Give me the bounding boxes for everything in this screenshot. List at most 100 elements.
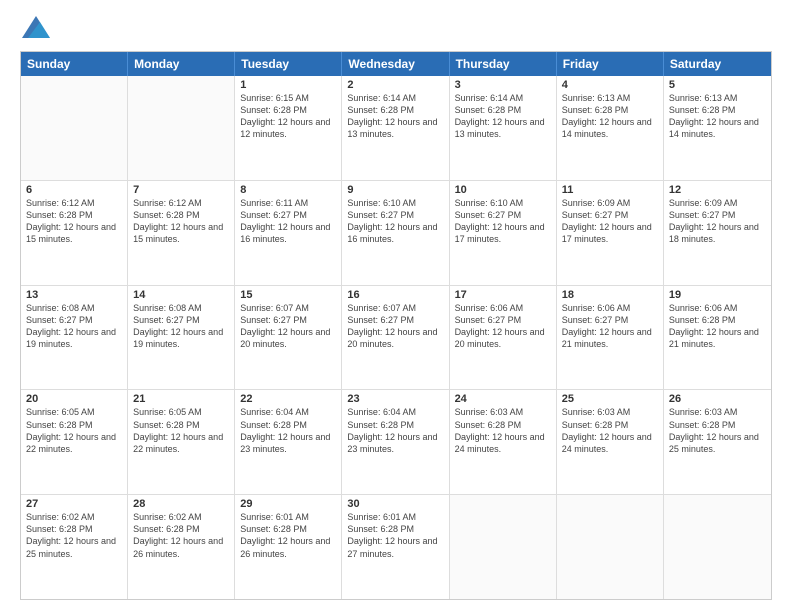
cal-cell: 2Sunrise: 6:14 AMSunset: 6:28 PMDaylight… — [342, 76, 449, 180]
day-number: 11 — [562, 184, 658, 196]
cal-cell: 24Sunrise: 6:03 AMSunset: 6:28 PMDayligh… — [450, 390, 557, 494]
cell-info: Sunrise: 6:01 AMSunset: 6:28 PMDaylight:… — [347, 511, 443, 560]
day-number: 10 — [455, 184, 551, 196]
calendar-header-row: SundayMondayTuesdayWednesdayThursdayFrid… — [21, 52, 771, 76]
cal-cell: 5Sunrise: 6:13 AMSunset: 6:28 PMDaylight… — [664, 76, 771, 180]
day-number: 3 — [455, 79, 551, 91]
day-number: 1 — [240, 79, 336, 91]
cell-info: Sunrise: 6:01 AMSunset: 6:28 PMDaylight:… — [240, 511, 336, 560]
cal-cell: 23Sunrise: 6:04 AMSunset: 6:28 PMDayligh… — [342, 390, 449, 494]
cell-info: Sunrise: 6:02 AMSunset: 6:28 PMDaylight:… — [133, 511, 229, 560]
cal-cell: 17Sunrise: 6:06 AMSunset: 6:27 PMDayligh… — [450, 286, 557, 390]
cell-info: Sunrise: 6:06 AMSunset: 6:27 PMDaylight:… — [562, 302, 658, 351]
day-number: 30 — [347, 498, 443, 510]
cell-info: Sunrise: 6:03 AMSunset: 6:28 PMDaylight:… — [669, 406, 766, 455]
cal-cell: 9Sunrise: 6:10 AMSunset: 6:27 PMDaylight… — [342, 181, 449, 285]
day-number: 12 — [669, 184, 766, 196]
day-number: 15 — [240, 289, 336, 301]
cal-cell: 16Sunrise: 6:07 AMSunset: 6:27 PMDayligh… — [342, 286, 449, 390]
cell-info: Sunrise: 6:09 AMSunset: 6:27 PMDaylight:… — [562, 197, 658, 246]
cell-info: Sunrise: 6:03 AMSunset: 6:28 PMDaylight:… — [455, 406, 551, 455]
cal-week-2: 6Sunrise: 6:12 AMSunset: 6:28 PMDaylight… — [21, 181, 771, 286]
header — [20, 16, 772, 43]
cal-header-thursday: Thursday — [450, 52, 557, 76]
cell-info: Sunrise: 6:07 AMSunset: 6:27 PMDaylight:… — [240, 302, 336, 351]
cal-header-tuesday: Tuesday — [235, 52, 342, 76]
cell-info: Sunrise: 6:02 AMSunset: 6:28 PMDaylight:… — [26, 511, 122, 560]
cell-info: Sunrise: 6:05 AMSunset: 6:28 PMDaylight:… — [26, 406, 122, 455]
cal-cell: 25Sunrise: 6:03 AMSunset: 6:28 PMDayligh… — [557, 390, 664, 494]
cal-cell: 3Sunrise: 6:14 AMSunset: 6:28 PMDaylight… — [450, 76, 557, 180]
day-number: 8 — [240, 184, 336, 196]
day-number: 5 — [669, 79, 766, 91]
cal-cell — [21, 76, 128, 180]
cell-info: Sunrise: 6:08 AMSunset: 6:27 PMDaylight:… — [133, 302, 229, 351]
day-number: 23 — [347, 393, 443, 405]
cal-cell — [450, 495, 557, 599]
day-number: 21 — [133, 393, 229, 405]
cal-cell: 6Sunrise: 6:12 AMSunset: 6:28 PMDaylight… — [21, 181, 128, 285]
day-number: 18 — [562, 289, 658, 301]
cal-cell: 19Sunrise: 6:06 AMSunset: 6:28 PMDayligh… — [664, 286, 771, 390]
calendar-body: 1Sunrise: 6:15 AMSunset: 6:28 PMDaylight… — [21, 76, 771, 599]
cal-header-monday: Monday — [128, 52, 235, 76]
day-number: 20 — [26, 393, 122, 405]
cal-cell: 12Sunrise: 6:09 AMSunset: 6:27 PMDayligh… — [664, 181, 771, 285]
cal-cell: 10Sunrise: 6:10 AMSunset: 6:27 PMDayligh… — [450, 181, 557, 285]
cell-info: Sunrise: 6:04 AMSunset: 6:28 PMDaylight:… — [347, 406, 443, 455]
cell-info: Sunrise: 6:10 AMSunset: 6:27 PMDaylight:… — [455, 197, 551, 246]
day-number: 4 — [562, 79, 658, 91]
cal-cell: 30Sunrise: 6:01 AMSunset: 6:28 PMDayligh… — [342, 495, 449, 599]
day-number: 25 — [562, 393, 658, 405]
cal-cell: 22Sunrise: 6:04 AMSunset: 6:28 PMDayligh… — [235, 390, 342, 494]
day-number: 6 — [26, 184, 122, 196]
cal-cell: 7Sunrise: 6:12 AMSunset: 6:28 PMDaylight… — [128, 181, 235, 285]
cal-cell: 11Sunrise: 6:09 AMSunset: 6:27 PMDayligh… — [557, 181, 664, 285]
cal-cell: 26Sunrise: 6:03 AMSunset: 6:28 PMDayligh… — [664, 390, 771, 494]
cell-info: Sunrise: 6:05 AMSunset: 6:28 PMDaylight:… — [133, 406, 229, 455]
day-number: 29 — [240, 498, 336, 510]
logo-icon — [22, 16, 50, 38]
cal-cell: 27Sunrise: 6:02 AMSunset: 6:28 PMDayligh… — [21, 495, 128, 599]
cal-cell — [664, 495, 771, 599]
cell-info: Sunrise: 6:14 AMSunset: 6:28 PMDaylight:… — [347, 92, 443, 141]
cal-cell — [128, 76, 235, 180]
day-number: 17 — [455, 289, 551, 301]
cell-info: Sunrise: 6:12 AMSunset: 6:28 PMDaylight:… — [26, 197, 122, 246]
cal-cell: 1Sunrise: 6:15 AMSunset: 6:28 PMDaylight… — [235, 76, 342, 180]
cell-info: Sunrise: 6:14 AMSunset: 6:28 PMDaylight:… — [455, 92, 551, 141]
day-number: 24 — [455, 393, 551, 405]
cell-info: Sunrise: 6:07 AMSunset: 6:27 PMDaylight:… — [347, 302, 443, 351]
cal-cell: 13Sunrise: 6:08 AMSunset: 6:27 PMDayligh… — [21, 286, 128, 390]
cal-week-5: 27Sunrise: 6:02 AMSunset: 6:28 PMDayligh… — [21, 495, 771, 599]
day-number: 13 — [26, 289, 122, 301]
cell-info: Sunrise: 6:11 AMSunset: 6:27 PMDaylight:… — [240, 197, 336, 246]
cal-cell: 28Sunrise: 6:02 AMSunset: 6:28 PMDayligh… — [128, 495, 235, 599]
cell-info: Sunrise: 6:06 AMSunset: 6:28 PMDaylight:… — [669, 302, 766, 351]
cell-info: Sunrise: 6:08 AMSunset: 6:27 PMDaylight:… — [26, 302, 122, 351]
cal-cell — [557, 495, 664, 599]
cal-cell: 21Sunrise: 6:05 AMSunset: 6:28 PMDayligh… — [128, 390, 235, 494]
day-number: 14 — [133, 289, 229, 301]
day-number: 2 — [347, 79, 443, 91]
cal-cell: 18Sunrise: 6:06 AMSunset: 6:27 PMDayligh… — [557, 286, 664, 390]
logo — [20, 16, 50, 43]
day-number: 26 — [669, 393, 766, 405]
cell-info: Sunrise: 6:12 AMSunset: 6:28 PMDaylight:… — [133, 197, 229, 246]
cal-week-4: 20Sunrise: 6:05 AMSunset: 6:28 PMDayligh… — [21, 390, 771, 495]
cell-info: Sunrise: 6:06 AMSunset: 6:27 PMDaylight:… — [455, 302, 551, 351]
day-number: 7 — [133, 184, 229, 196]
cell-info: Sunrise: 6:03 AMSunset: 6:28 PMDaylight:… — [562, 406, 658, 455]
day-number: 9 — [347, 184, 443, 196]
day-number: 28 — [133, 498, 229, 510]
cal-header-saturday: Saturday — [664, 52, 771, 76]
cell-info: Sunrise: 6:10 AMSunset: 6:27 PMDaylight:… — [347, 197, 443, 246]
day-number: 27 — [26, 498, 122, 510]
cal-cell: 8Sunrise: 6:11 AMSunset: 6:27 PMDaylight… — [235, 181, 342, 285]
cal-week-3: 13Sunrise: 6:08 AMSunset: 6:27 PMDayligh… — [21, 286, 771, 391]
day-number: 19 — [669, 289, 766, 301]
cal-header-friday: Friday — [557, 52, 664, 76]
cal-header-wednesday: Wednesday — [342, 52, 449, 76]
cal-cell: 14Sunrise: 6:08 AMSunset: 6:27 PMDayligh… — [128, 286, 235, 390]
day-number: 16 — [347, 289, 443, 301]
